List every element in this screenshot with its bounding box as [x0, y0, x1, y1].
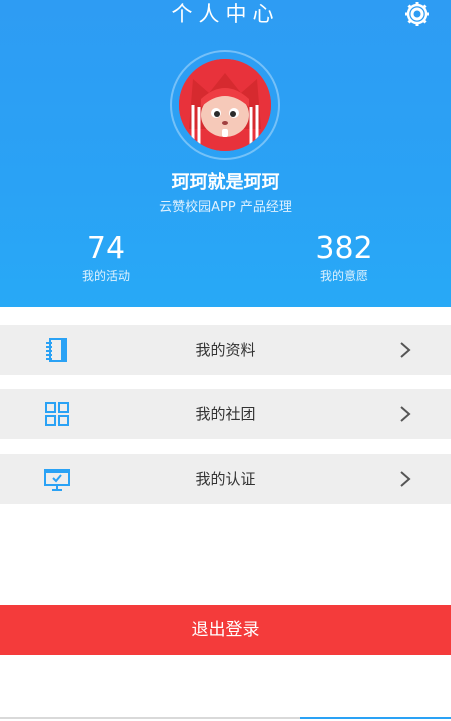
page-title: 个人中心	[171, 2, 280, 26]
menu-item-club[interactable]: 我的社团	[0, 389, 451, 439]
fox-avatar-icon	[179, 59, 271, 151]
menu-item-label: 我的社团	[195, 405, 256, 423]
stat-wishes-value: 382	[315, 231, 373, 266]
stat-activities-label: 我的活动	[81, 269, 130, 283]
avatar[interactable]	[179, 59, 271, 151]
chevron-right-icon	[400, 342, 411, 358]
profile-header: 个人中心 珂珂就是珂珂 云赞校园APP 产品经理 74 我的活动 382 我的意…	[0, 0, 451, 307]
stat-activities-value: 74	[86, 231, 126, 266]
stat-wishes-label: 我的意愿	[319, 269, 368, 283]
logout-button[interactable]: 退出登录	[0, 605, 451, 655]
menu-item-verification[interactable]: 我的认证	[0, 454, 451, 504]
chevron-right-icon	[400, 471, 411, 487]
menu-item-label: 我的资料	[195, 341, 256, 359]
menu-item-profile[interactable]: 我的资料	[0, 325, 451, 375]
stat-wishes[interactable]: 382 我的意愿	[284, 232, 404, 284]
menu-item-label: 我的认证	[195, 470, 256, 488]
user-name: 珂珂就是珂珂	[171, 172, 280, 193]
bottom-accent-bar	[300, 717, 451, 719]
chevron-right-icon	[400, 406, 411, 422]
user-role: 云赞校园APP 产品经理	[159, 200, 292, 215]
stat-activities[interactable]: 74 我的活动	[46, 232, 166, 284]
gear-icon[interactable]	[403, 0, 431, 28]
avatar-ring	[170, 50, 280, 160]
